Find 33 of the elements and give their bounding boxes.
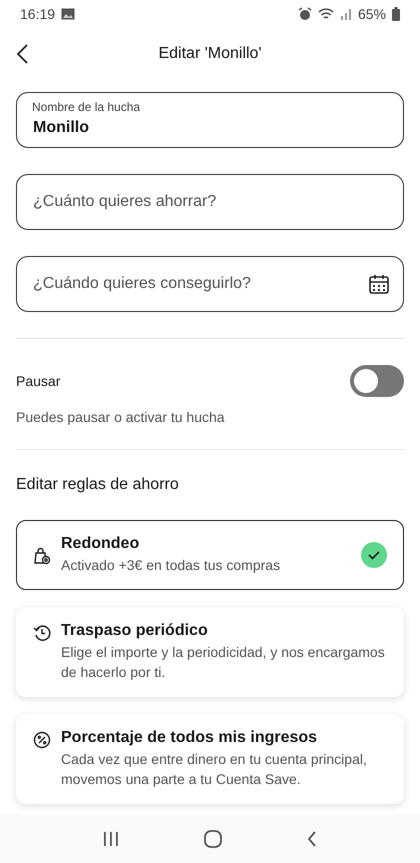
battery-icon [392, 7, 400, 21]
recents-icon[interactable] [102, 831, 119, 847]
rule-title: Redondeo [61, 535, 140, 553]
back-icon[interactable] [16, 43, 30, 65]
rule-title: Porcentaje de todos mis ingresos [61, 729, 318, 747]
battery-level: 65% [358, 6, 386, 22]
pause-description: Puedes pausar o activar tu hucha [16, 409, 226, 425]
pause-label: Pausar [16, 373, 60, 389]
image-icon [61, 8, 76, 20]
rule-card[interactable]: Traspaso periódico Elige el importe y la periodicidad, y nos encargamos de hacerlo por ti. [16, 607, 404, 697]
rule-card[interactable]: Porcentaje de todos mis ingresos Cada vez que entre dinero en tu cuenta principal, movemos una parte a tu Cuenta Save. [16, 714, 404, 804]
status-time: 16:19 [20, 6, 56, 22]
rule-card[interactable]: Redondeo Activado +3€ en todas tus compras [16, 520, 404, 590]
date-field[interactable]: ¿Cuándo quieres conseguirlo? [16, 256, 404, 312]
rule-description: Cada vez que entre dinero en tu cuenta principal, movemos una parte a tu Cuenta Save. [61, 750, 368, 789]
check-icon [361, 542, 387, 568]
rule-description: Elige el importe y la periodicidad, y nos encargamos de hacerlo por ti. [61, 643, 386, 682]
signal-icon [340, 8, 352, 20]
bag-icon [33, 547, 51, 565]
page-title: Editar 'Monillo' [158, 45, 262, 62]
section-title: Editar reglas de ahorro [16, 476, 180, 494]
pause-toggle[interactable] [350, 365, 404, 397]
alarm-icon [298, 7, 312, 21]
percent-icon [33, 731, 51, 749]
back-icon[interactable] [307, 831, 318, 847]
field-label: Nombre de la hucha [32, 100, 140, 114]
rule-title: Traspaso periódico [61, 622, 209, 640]
wifi-icon [318, 7, 334, 21]
calendar-icon[interactable] [368, 273, 390, 295]
input-field[interactable]: ¿Cuánto quieres ahorrar? [16, 174, 404, 230]
home-icon[interactable] [204, 830, 222, 848]
rule-description: Activado +3€ en todas tus compras [61, 556, 282, 575]
history-icon [33, 624, 51, 642]
